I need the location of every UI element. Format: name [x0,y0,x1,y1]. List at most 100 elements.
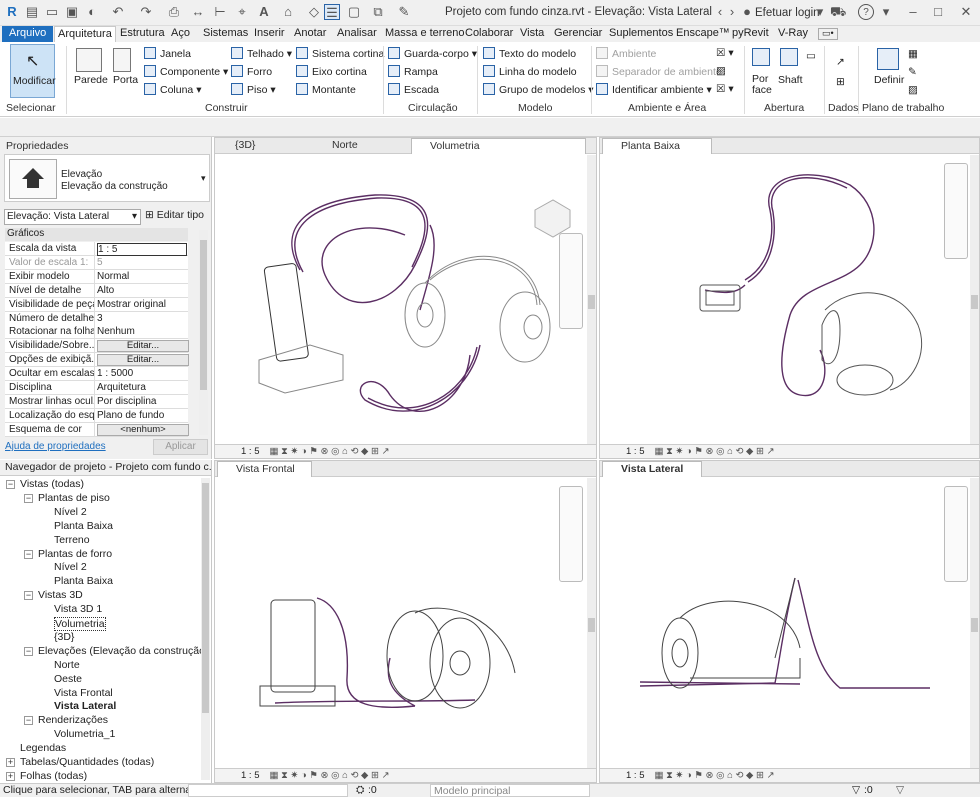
tab-gerenciar[interactable]: Gerenciar [551,26,605,42]
model-text-button[interactable]: Texto do modelo [483,47,576,60]
property-row[interactable]: Número de detalhe 3 [5,311,188,326]
tab-3d[interactable]: {3D} [217,138,312,154]
property-row[interactable]: Escala da vista 1 : 5 [5,242,188,256]
browser-item[interactable]: Norte [54,659,80,671]
room-area-panel-label[interactable]: Ambiente e Área [628,102,706,114]
print-icon[interactable]: ⎙ [166,4,182,20]
navigation-bar[interactable] [944,163,968,259]
browser-item[interactable]: Vistas (todas) [20,478,84,490]
text-icon[interactable]: A [256,4,272,20]
view-control-bar[interactable]: 1 : 5 ▦ ⧗ ✷ ◑ ⚑ ⊗ ◎ ⌂ ⟲ ◆ ⊞ ↗ [215,768,596,782]
browser-item[interactable]: Volumetria [54,617,106,631]
dimension-icon[interactable]: ⊢ [212,4,228,20]
measure-icon[interactable]: ↔ [190,4,206,20]
view-scrollbar-vertical[interactable] [970,478,979,768]
help-icon[interactable]: ? [858,4,874,20]
model-line-button[interactable]: Linha do modelo [483,65,577,78]
by-face-icon[interactable] [752,48,770,66]
property-row[interactable]: Rotacionar na folha Nenhum [5,325,188,340]
view-scale[interactable]: 1 : 5 [241,770,260,781]
tree-toggle-icon[interactable]: − [24,493,33,503]
tab-arquivo[interactable]: Arquivo [2,26,54,42]
tab-vista-frontal[interactable]: Vista Frontal [217,461,312,477]
tab-anotar[interactable]: Anotar [291,26,329,42]
close-hidden-icon[interactable]: ▢ [346,4,362,20]
railing-button[interactable]: Guarda-corpo ▾ [388,47,477,60]
navigation-bar[interactable] [944,486,968,582]
browser-item[interactable]: Plantas de forro [38,548,112,560]
property-value[interactable]: Plano de fundo [97,410,187,421]
view-vista-frontal[interactable]: Vista Frontal 1 : 5 ▦ ⧗ ✷ ◑ ⚑ ⊗ ◎ ⌂ ⟲ ◆ ⊞… [214,460,597,783]
property-row[interactable]: Visibilidade de peças Mostrar original [5,297,188,312]
tag-area-icon[interactable]: ☒ ▾ [716,83,734,95]
tab-arquitetura[interactable]: Arquitetura [54,26,116,43]
property-edit-button[interactable]: Editar... [97,354,189,367]
user-icon[interactable]: ● [739,4,755,20]
property-row[interactable]: Esquema de cor <nenhum> [5,422,189,437]
workset-dropdown[interactable] [188,784,348,797]
browser-item[interactable]: Volumetria_1 [54,728,115,740]
property-value[interactable]: Normal [97,271,187,282]
view-control-bar[interactable]: 1 : 5 ▦ ⧗ ✷ ◑ ⚑ ⊗ ◎ ⌂ ⟲ ◆ ⊞ ↗ [215,444,596,458]
tree-toggle-icon[interactable]: − [6,480,15,489]
worksets-icon[interactable]: ⛭ [356,784,364,797]
room-separator-button[interactable]: Separador de ambiente [596,65,722,78]
property-row[interactable]: Opções de exibiçã... Editar... [5,353,189,368]
tab-planta-baixa[interactable]: Planta Baixa [602,138,712,154]
property-row[interactable]: Valor de escala 1: 5 [5,255,188,270]
shaft-icon[interactable] [780,48,798,66]
view-scrollbar-vertical[interactable] [587,155,596,445]
shaft-button[interactable]: Shaft [778,74,803,86]
undo-icon[interactable]: ↶ [110,4,126,20]
browser-item[interactable]: Tabelas/Quantidades (todas) [20,756,154,768]
door-icon[interactable] [113,48,131,72]
ribbon-toggle-icon[interactable]: ▭• [818,28,838,40]
ceiling-button[interactable]: Forro [231,65,272,78]
help-dropdown-icon[interactable]: ▾ [878,4,894,20]
tree-toggle-icon[interactable]: − [24,549,33,559]
browser-scrollbar[interactable] [201,478,210,780]
floor-button[interactable]: Piso ▾ [231,83,276,96]
navigation-bar[interactable] [559,486,583,582]
browser-item[interactable]: Nível 2 [54,506,87,518]
wall-opening-icon[interactable]: ▭ [806,50,816,62]
redo-icon[interactable]: ↷ [138,4,154,20]
tag-icon[interactable]: ⌖ [234,4,250,20]
browser-item[interactable]: Planta Baixa [54,520,113,532]
login-link[interactable]: Efetuar login [755,7,820,19]
customize-icon[interactable]: ✎ [396,4,412,20]
show-workplane-icon[interactable]: ▦ [908,48,918,60]
browser-item[interactable]: Vista 3D 1 [54,603,102,615]
property-edit-button[interactable]: Editar... [97,340,189,353]
cart-icon[interactable]: ⛟ [830,4,846,20]
tree-toggle-icon[interactable]: − [24,591,33,601]
view-scrollbar-vertical[interactable] [587,478,596,768]
curtain-grid-button[interactable]: Eixo cortina [296,65,367,78]
tab-vista[interactable]: Vista [517,26,547,42]
section-icon[interactable]: ◇ [306,4,322,20]
view-scrollbar-vertical[interactable] [970,155,979,445]
type-selector[interactable]: Elevação Elevação da construção ▾ [4,154,210,202]
view-volumetria[interactable]: {3D} Norte Volumetria 1: 5 ▦ ⧗ ✷ ◑ ⚑ ⊗ … [214,137,597,459]
properties-scrollbar[interactable] [199,230,208,435]
navigation-bar[interactable] [559,233,583,329]
edit-type-button[interactable]: ⊞ Editar tipo [145,209,204,221]
tab-massa-terreno[interactable]: Massa e terreno [382,26,467,42]
curtain-system-button[interactable]: Sistema cortina [296,47,384,60]
tab-inserir[interactable]: Inserir [251,26,288,42]
browser-item[interactable]: Planta Baixa [54,575,113,587]
column-button[interactable]: Coluna ▾ [144,83,201,96]
set-button[interactable]: Definir [874,74,904,86]
property-value[interactable]: 3 [97,313,187,324]
browser-item[interactable]: Folhas (todas) [20,770,87,782]
thin-lines-icon[interactable]: ☰ [324,4,340,20]
view-scale[interactable]: 1 : 5 [241,446,260,457]
modify-button[interactable]: ↖ Modificar [10,44,56,98]
roof-button[interactable]: Telhado ▾ [231,47,292,60]
browser-item[interactable]: Elevações (Elevação da construção) [38,645,208,657]
tab-vray[interactable]: V-Ray [775,26,811,42]
revit-logo-icon[interactable]: R [4,4,20,20]
room-button[interactable]: Ambiente [596,47,656,60]
tree-toggle-icon[interactable]: − [24,716,33,726]
tree-toggle-icon[interactable]: + [6,758,15,767]
